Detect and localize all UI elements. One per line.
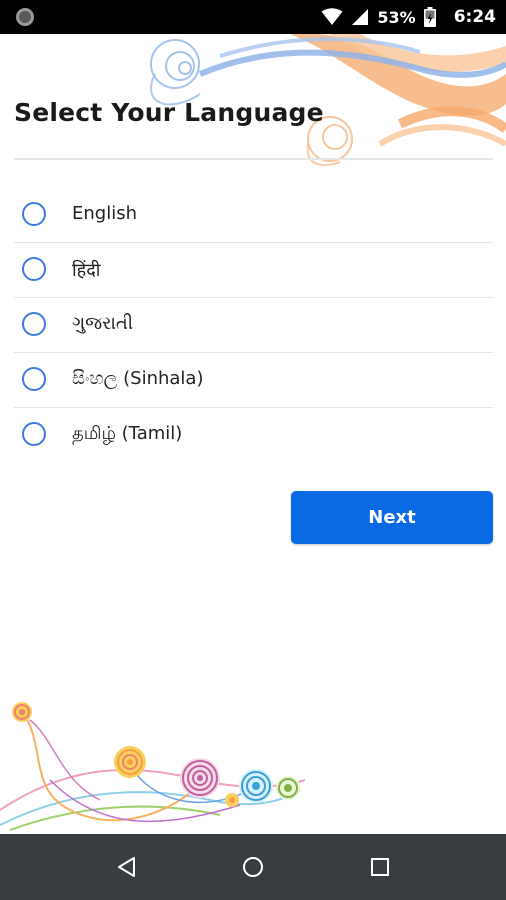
navigation-bar: [0, 834, 506, 900]
status-right-group: 53% 6:24: [321, 0, 496, 34]
language-option-english[interactable]: English: [14, 188, 493, 243]
language-option-sinhala[interactable]: සිංහල (Sinhala): [14, 353, 493, 408]
language-option-hindi[interactable]: हिंदी: [14, 243, 493, 298]
radio-button[interactable]: [22, 202, 46, 226]
signal-icon: [352, 9, 369, 25]
next-button[interactable]: Next: [291, 491, 493, 544]
back-icon[interactable]: [112, 852, 142, 882]
radio-button[interactable]: [22, 312, 46, 336]
language-option-gujarati[interactable]: ગુજરાતી: [14, 298, 493, 353]
language-select-screen: 53% 6:24 Select Your Language English हि…: [0, 0, 506, 900]
language-label: தமிழ் (Tamil): [72, 423, 183, 444]
footer-circles-decoration: [0, 702, 306, 831]
radio-button[interactable]: [22, 257, 46, 281]
language-label: English: [72, 203, 137, 224]
language-option-tamil[interactable]: தமிழ் (Tamil): [14, 408, 493, 463]
status-time: 6:24: [453, 7, 496, 27]
battery-percentage: 53%: [377, 7, 416, 27]
wifi-icon: [321, 8, 343, 25]
notification-dot-icon: [16, 8, 34, 26]
radio-button[interactable]: [22, 422, 46, 446]
language-list: English हिंदी ગુજરાતી සිංහල (Sinhala) தம…: [14, 188, 493, 463]
language-label: ગુજરાતી: [72, 313, 133, 334]
radio-button[interactable]: [22, 367, 46, 391]
recents-icon[interactable]: [365, 852, 395, 882]
title-divider: [14, 158, 493, 160]
home-icon[interactable]: [238, 852, 268, 882]
battery-charging-icon: [423, 7, 436, 27]
status-bar: 53% 6:24: [0, 0, 506, 34]
language-label: हिंदी: [72, 260, 101, 281]
language-label: සිංහල (Sinhala): [72, 368, 204, 389]
page-title: Select Your Language: [14, 98, 324, 127]
